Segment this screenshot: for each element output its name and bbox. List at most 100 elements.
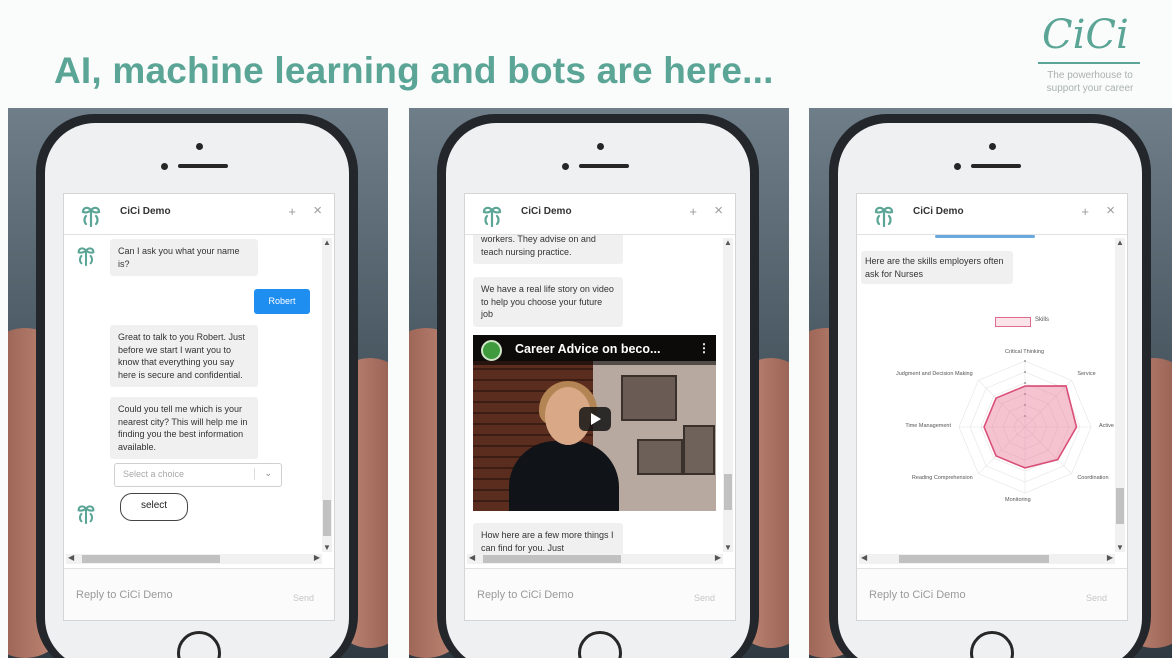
chat-window: CiCi Demo + × workers. They advise on an…	[464, 193, 736, 621]
camera-icon	[196, 143, 203, 150]
radar-axis-label: Critical Thinking	[1005, 349, 1045, 355]
chat-window: CiCi Demo + × Here are the skills employ…	[856, 193, 1128, 621]
phone-face: CiCi Demo + × Can I ask you what your na…	[45, 123, 349, 658]
speaker-icon	[971, 164, 1021, 168]
horizontal-scrollbar[interactable]: ◀ ▶	[66, 553, 322, 564]
scroll-up-icon[interactable]: ▲	[323, 238, 331, 247]
camera-icon	[597, 143, 604, 150]
reply-composer[interactable]: Reply to CiCi Demo Send	[465, 568, 735, 620]
close-icon[interactable]: ×	[1106, 202, 1115, 219]
scroll-down-icon[interactable]: ▼	[1116, 543, 1124, 552]
chat-window: CiCi Demo + × Can I ask you what your na…	[63, 193, 335, 621]
sensor-icon	[562, 163, 569, 170]
send-button[interactable]: Send	[694, 593, 715, 603]
minimize-icon[interactable]: +	[288, 204, 296, 219]
close-icon[interactable]: ×	[714, 202, 723, 219]
phone-face: CiCi Demo + × Here are the skills employ…	[838, 123, 1142, 658]
scroll-left-icon[interactable]: ◀	[68, 553, 74, 562]
send-button[interactable]: Send	[293, 593, 314, 603]
speaker-icon	[579, 164, 629, 168]
select-placeholder: Select a choice	[123, 469, 185, 479]
sensor-icon	[954, 163, 961, 170]
radar-tick	[1024, 371, 1026, 373]
scroll-right-icon[interactable]: ▶	[314, 553, 320, 562]
cici-avatar-icon	[482, 206, 502, 228]
radar-axis-label: Coordination	[1077, 475, 1109, 482]
radar-tick	[1024, 382, 1026, 384]
scroll-thumb[interactable]	[323, 500, 331, 536]
home-button	[177, 631, 221, 658]
picture-frame	[621, 375, 677, 421]
play-button[interactable]	[579, 407, 611, 431]
more-options-icon[interactable]: ⋮	[698, 341, 710, 355]
bot-message: workers. They advise on and teach nursin…	[473, 235, 623, 264]
phone-3: CiCi Demo + × Here are the skills employ…	[829, 114, 1151, 658]
scroll-down-icon[interactable]: ▼	[724, 543, 732, 552]
cici-logo: CiCi The powerhouse to support your care…	[1030, 12, 1158, 102]
scroll-up-icon[interactable]: ▲	[1116, 238, 1124, 247]
scroll-right-icon[interactable]: ▶	[1107, 553, 1113, 562]
scroll-left-icon[interactable]: ◀	[861, 553, 867, 562]
previous-message-edge	[935, 235, 1035, 238]
play-icon	[591, 413, 601, 425]
cici-avatar-icon	[77, 247, 95, 267]
radar-tick	[1024, 360, 1026, 362]
chat-header: CiCi Demo + ×	[64, 194, 334, 235]
radar-axis-label: Active	[1099, 423, 1114, 429]
phone-2: CiCi Demo + × workers. They advise on an…	[437, 114, 759, 658]
phone-photo-1: CiCi Demo + × Can I ask you what your na…	[8, 108, 388, 658]
scroll-thumb[interactable]	[82, 555, 220, 563]
scroll-left-icon[interactable]: ◀	[469, 553, 475, 562]
home-button	[578, 631, 622, 658]
scroll-up-icon[interactable]: ▲	[724, 238, 732, 247]
scroll-right-icon[interactable]: ▶	[715, 553, 721, 562]
phone-photo-2: CiCi Demo + × workers. They advise on an…	[409, 108, 789, 658]
message-list: Here are the skills employers often ask …	[857, 235, 1115, 555]
minimize-icon[interactable]: +	[1081, 204, 1089, 219]
user-message: Robert	[254, 289, 310, 314]
channel-icon[interactable]	[481, 340, 502, 361]
scroll-thumb[interactable]	[483, 555, 621, 563]
chat-header: CiCi Demo + ×	[857, 194, 1127, 235]
vertical-scrollbar[interactable]: ▲ ▼	[322, 238, 332, 552]
logo-wordmark: CiCi	[1042, 12, 1129, 58]
horizontal-scrollbar[interactable]: ◀ ▶	[859, 553, 1115, 564]
vertical-scrollbar[interactable]: ▲ ▼	[1115, 238, 1125, 552]
chat-title: CiCi Demo	[120, 206, 171, 217]
reply-composer[interactable]: Reply to CiCi Demo Send	[64, 568, 334, 620]
radar-axis-label: Reading Comprehension	[911, 475, 973, 482]
select-button[interactable]: select	[120, 493, 188, 521]
scroll-down-icon[interactable]: ▼	[323, 543, 331, 552]
chat-title: CiCi Demo	[521, 206, 572, 217]
radar-axis-label: Service	[1077, 370, 1096, 377]
minimize-icon[interactable]: +	[689, 204, 697, 219]
logo-tagline: The powerhouse to support your career	[1046, 70, 1134, 94]
scroll-thumb[interactable]	[724, 474, 732, 510]
radar-plot	[958, 360, 1092, 494]
close-icon[interactable]: ×	[313, 202, 322, 219]
phone-face: CiCi Demo + × workers. They advise on an…	[446, 123, 750, 658]
vertical-scrollbar[interactable]: ▲ ▼	[723, 238, 733, 552]
radar-axis-label: Judgment and Decision Making	[895, 370, 973, 377]
horizontal-scrollbar[interactable]: ◀ ▶	[467, 553, 723, 564]
bot-message: Here are the skills employers often ask …	[861, 251, 1013, 284]
logo-underline	[1038, 62, 1140, 64]
reply-input[interactable]: Reply to CiCi Demo	[477, 589, 574, 601]
bot-message: We have a real life story on video to he…	[473, 277, 623, 327]
bot-message: Could you tell me which is your nearest …	[110, 397, 258, 459]
camera-icon	[989, 143, 996, 150]
speaker-icon	[178, 164, 228, 168]
message-list: workers. They advise on and teach nursin…	[465, 235, 723, 555]
reply-input[interactable]: Reply to CiCi Demo	[869, 589, 966, 601]
phone-photo-3: CiCi Demo + × Here are the skills employ…	[809, 108, 1172, 658]
city-select[interactable]: Select a choice ⌄	[114, 463, 282, 487]
reply-input[interactable]: Reply to CiCi Demo	[76, 589, 173, 601]
home-button	[970, 631, 1014, 658]
scroll-thumb[interactable]	[899, 555, 1049, 563]
send-button[interactable]: Send	[1086, 593, 1107, 603]
scroll-thumb[interactable]	[1116, 488, 1124, 524]
message-list: Can I ask you what your name is? Robert …	[64, 235, 322, 555]
video-player[interactable]: Career Advice on beco... ⋮	[473, 335, 716, 511]
reply-composer[interactable]: Reply to CiCi Demo Send	[857, 568, 1127, 620]
video-title[interactable]: Career Advice on beco...	[515, 342, 660, 356]
